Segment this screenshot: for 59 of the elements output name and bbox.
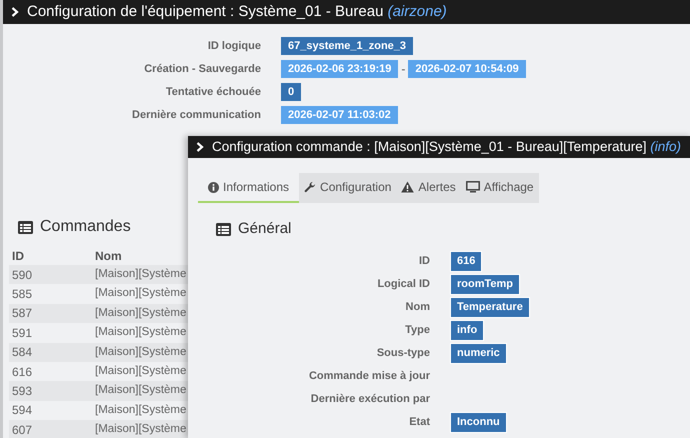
tab[interactable]: Affichage bbox=[460, 173, 539, 203]
table-cell-text: 590 bbox=[11, 266, 34, 284]
table-cell-text: 616 bbox=[11, 364, 34, 381]
table-cell-text: [Maison][Système bbox=[95, 383, 186, 398]
table-icon bbox=[18, 220, 33, 234]
value-badge: 616 bbox=[450, 251, 482, 272]
column-header: ID bbox=[11, 248, 25, 264]
column-header: Nom bbox=[95, 248, 122, 264]
field-label: Etat bbox=[408, 415, 430, 430]
value-badge: 2026-02-07 11:03:02 bbox=[281, 106, 398, 124]
table-cell-text: 585 bbox=[11, 286, 34, 304]
value-badge: 67_systeme_1_zone_3 bbox=[281, 36, 414, 56]
table-cell-text: 584 bbox=[11, 344, 34, 362]
field-label: Type bbox=[404, 323, 430, 338]
value-badge: Inconnu bbox=[450, 412, 507, 433]
table-cell-text: [Maison][Système bbox=[95, 422, 186, 438]
table-cell-text: 593 bbox=[11, 383, 34, 400]
info-icon bbox=[208, 182, 219, 192]
value-badge: 0 bbox=[281, 82, 302, 102]
window-title: Configuration commande : [Maison][Système_01 - Bureau][Temperature] (info) bbox=[212, 138, 681, 156]
tab[interactable]: Alertes bbox=[396, 173, 461, 203]
field-label: Nom bbox=[404, 300, 430, 316]
table-cell-text: 591 bbox=[11, 324, 34, 342]
value-badge: Temperature bbox=[450, 297, 530, 318]
window-title: Configuration de l'équipement : Système_01 - Bureau (airzone) bbox=[27, 2, 447, 22]
value-badge: roomTemp bbox=[450, 274, 520, 295]
chevron-icon bbox=[196, 142, 204, 152]
tab[interactable]: Configuration bbox=[299, 173, 396, 203]
table-icon bbox=[216, 222, 231, 236]
warning-icon bbox=[401, 181, 414, 193]
field-label: Logical ID bbox=[376, 277, 430, 292]
separator: - bbox=[401, 61, 406, 78]
value-badge: 2026-02-06 23:19:19 bbox=[281, 60, 398, 78]
table-cell-text: 587 bbox=[11, 305, 34, 322]
table-cell-text: [Maison][Système bbox=[95, 306, 186, 321]
section-title: Commandes bbox=[40, 217, 131, 237]
field-label: Tentative échouée bbox=[164, 84, 261, 100]
monitor-icon bbox=[466, 181, 480, 193]
field-label: ID bbox=[418, 254, 430, 270]
value-badge: numeric bbox=[450, 343, 507, 364]
field-label: ID logique bbox=[206, 38, 261, 54]
value-badge: info bbox=[450, 320, 484, 341]
table-cell-text: [Maison][Système bbox=[95, 402, 186, 418]
table-cell-text: [Maison][Système bbox=[95, 325, 186, 340]
value-badge: 2026-02-07 10:54:09 bbox=[408, 60, 526, 78]
field-label: Commande mise à jour bbox=[308, 369, 430, 384]
chevron-icon bbox=[11, 7, 19, 17]
field-label: Dernière exécution par bbox=[310, 392, 430, 408]
table-cell-text: [Maison][Système bbox=[95, 267, 186, 282]
field-label: Dernière communication bbox=[131, 108, 261, 123]
field-label: Création - Sauvegarde bbox=[143, 62, 261, 77]
field-label: Sous-type bbox=[376, 346, 430, 362]
table-cell-text: [Maison][Système bbox=[95, 286, 186, 302]
section-title: Général bbox=[238, 219, 292, 239]
table-cell-text: [Maison][Système bbox=[95, 364, 186, 380]
table-cell-text: 607 bbox=[11, 422, 34, 438]
table-cell-text: 594 bbox=[11, 402, 34, 420]
wrench-icon bbox=[304, 181, 316, 193]
table-cell-text: [Maison][Système bbox=[95, 344, 186, 360]
